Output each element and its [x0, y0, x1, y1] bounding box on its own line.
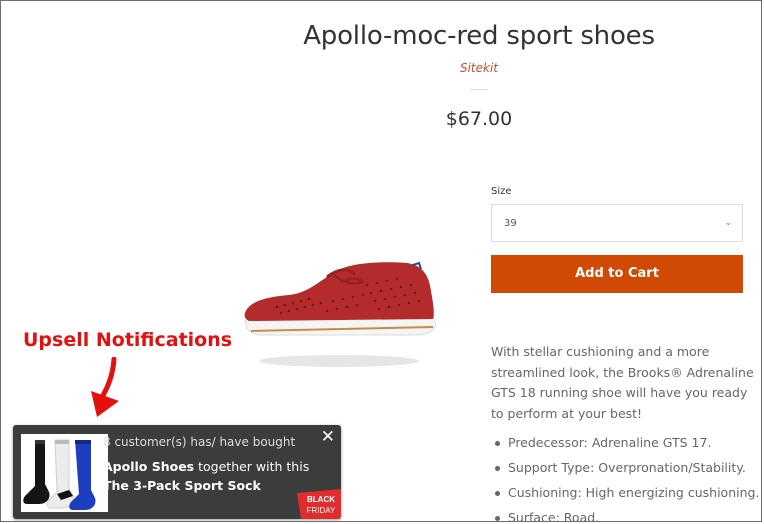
annotation-arrow-icon	[91, 357, 119, 417]
notification-product-a[interactable]: Apollo Shoes	[103, 459, 194, 474]
product-vendor[interactable]: Sitekit	[279, 61, 679, 75]
size-select-value: 39	[504, 218, 517, 229]
add-to-cart-button[interactable]: Add to Cart	[491, 255, 743, 293]
upsell-notification[interactable]: 8 customer(s) has/ have bought Apollo Sh…	[13, 425, 341, 519]
black-friday-badge: BLACK FRIDAY	[297, 489, 341, 519]
product-price: $67.00	[445, 108, 513, 130]
chevron-down-icon: ⌄	[724, 217, 732, 227]
annotation-label: Upsell Notifications	[23, 329, 233, 351]
feature-list: Predecessor: Adrenaline GTS 17. Support …	[491, 431, 761, 521]
list-item: Support Type: Overpronation/Stability.	[491, 456, 761, 481]
badge-line-2: FRIDAY	[307, 506, 336, 515]
product-page: Apollo-moc-red sport shoes Sitekit $67.0…	[0, 0, 762, 522]
size-label: Size	[491, 186, 512, 197]
close-icon[interactable]: ✕	[321, 428, 335, 446]
list-item: Predecessor: Adrenaline GTS 17.	[491, 431, 761, 456]
list-item: Cushioning: High energizing cushioning.	[491, 481, 761, 506]
notification-headline: 8 customer(s) has/ have bought	[103, 435, 296, 449]
list-item: Surface: Road.	[491, 506, 761, 521]
product-image[interactable]	[237, 255, 447, 375]
notification-connector: together with this	[194, 459, 310, 474]
product-thumbnail[interactable]	[21, 434, 108, 512]
title-divider	[470, 89, 488, 90]
product-description: With stellar cushioning and a more strea…	[491, 344, 754, 421]
notification-message: Apollo Shoes together with this The 3-Pa…	[103, 457, 313, 495]
notification-product-b[interactable]: The 3-Pack Sport Sock	[103, 478, 261, 493]
size-select[interactable]: 39 ⌄	[491, 204, 743, 242]
product-title: Apollo-moc-red sport shoes	[303, 21, 655, 51]
badge-line-1: BLACK	[307, 495, 335, 504]
